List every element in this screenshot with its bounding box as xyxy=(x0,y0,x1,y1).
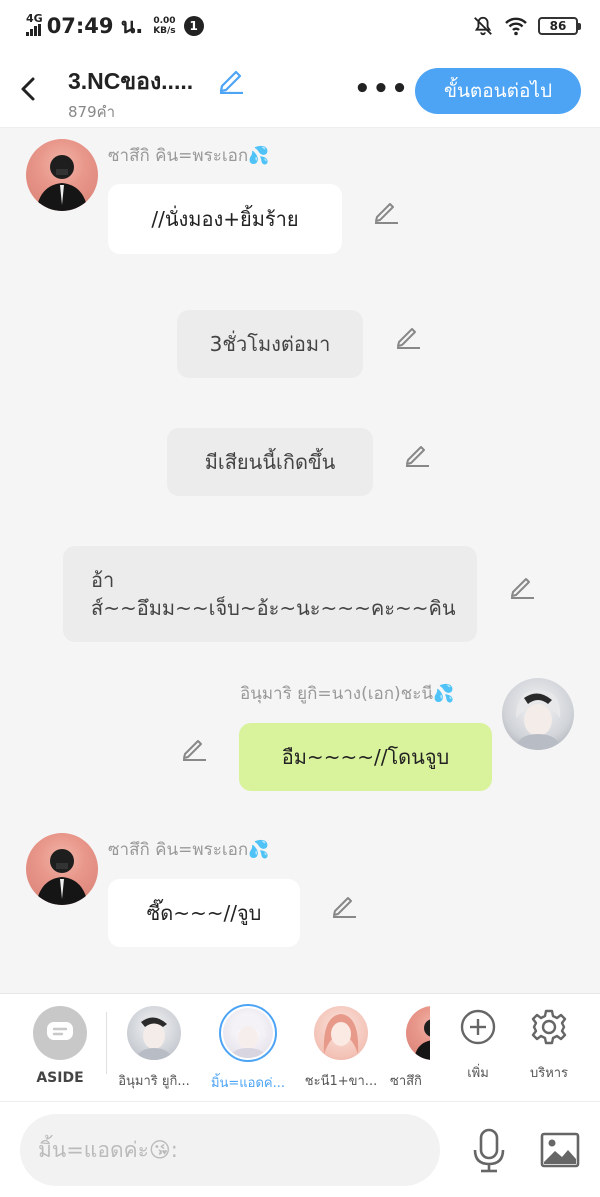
character-label: ชะนี1+ขา... xyxy=(304,1074,378,1089)
speaker-name: อินุมาริ ยูกิ=นาง(เอก)ชะนี💦 xyxy=(240,684,455,704)
character-avatar xyxy=(406,1006,430,1060)
manage-label: บริหาร xyxy=(529,1066,569,1081)
character-label: ซาสึกิ xyxy=(390,1074,422,1089)
speaker-name: ซาสึกิ คิน=พระเอก💦 xyxy=(108,840,270,860)
chat-bubble-icon xyxy=(47,1022,73,1040)
speaker-name: ซาสึกิ คิน=พระเอก💦 xyxy=(108,146,270,166)
add-character-button[interactable]: เพิ่ม xyxy=(448,1008,508,1083)
aside-bubble[interactable]: มีเสียนนี้เกิดขึ้น xyxy=(167,428,373,496)
word-count: 879คำ xyxy=(68,103,116,121)
character-avatar xyxy=(127,1006,181,1060)
character-label: ASIDE xyxy=(36,1070,84,1086)
yuki-portrait xyxy=(135,1017,173,1060)
bell-off-icon xyxy=(474,16,492,36)
manage-characters-button[interactable]: บริหาร xyxy=(518,1008,580,1083)
character-selector: ASIDE อินุมาริ ยูกิ... มิ้น=แอดค่... ชะน… xyxy=(0,993,600,1101)
aside-bubble[interactable]: อ้าส์~~อึมม~~เจ็บ~อ้ะ~นะ~~~คะ~~คิน xyxy=(63,546,477,642)
image-icon[interactable] xyxy=(540,1132,580,1168)
net-speed-value: 0.00 xyxy=(153,16,176,26)
edit-message-icon[interactable] xyxy=(394,322,422,350)
wifi-icon xyxy=(505,17,527,36)
message-input[interactable] xyxy=(20,1114,440,1186)
edit-message-icon[interactable] xyxy=(180,734,208,762)
character-avatar xyxy=(223,1008,273,1058)
avatar-yuki[interactable] xyxy=(502,678,574,750)
character-avatar xyxy=(314,1006,368,1060)
character-aside[interactable]: ASIDE xyxy=(20,1006,100,1086)
battery-icon: 86 xyxy=(538,17,581,35)
character-yuki[interactable]: อินุมาริ ยูกิ... xyxy=(110,1006,198,1091)
chevron-left-icon xyxy=(21,77,35,101)
sasuki-portrait xyxy=(414,1019,430,1060)
character-min-selected[interactable]: มิ้น=แอดค่... xyxy=(204,1004,292,1093)
notification-badge: 1 xyxy=(183,16,204,36)
divider xyxy=(106,1012,107,1074)
edit-message-icon[interactable] xyxy=(372,197,400,225)
chanee-portrait xyxy=(323,1014,359,1054)
message-bubble[interactable]: //นั่งมอง+ยิ้มร้าย xyxy=(108,184,342,254)
character-label: มิ้น=แอดค่... xyxy=(210,1076,286,1091)
aside-avatar xyxy=(33,1006,87,1060)
net-speed-unit: KB/s xyxy=(153,26,176,36)
edit-message-icon[interactable] xyxy=(508,572,536,600)
gear-icon xyxy=(531,1009,567,1045)
microphone-icon[interactable] xyxy=(470,1128,508,1174)
edit-message-icon[interactable] xyxy=(403,440,431,468)
message-bubble[interactable]: อืม~~~~//โดนจูบ xyxy=(239,723,492,791)
status-bar: 4G 07:49 น. 0.00 KB/s 1 86 xyxy=(0,0,600,52)
kin-portrait xyxy=(36,849,88,905)
character-sasuki[interactable]: ซาสึกิ xyxy=(390,1006,430,1091)
aside-bubble[interactable]: 3ชั่วโมงต่อมา xyxy=(177,310,363,378)
message-bubble[interactable]: ซี๊ด~~~//จูบ xyxy=(108,879,300,947)
editor-header: 3.NCของ..... 879คำ ••• ขั้นตอนต่อไป xyxy=(0,52,600,128)
selected-ring xyxy=(219,1004,277,1062)
avatar-kin[interactable] xyxy=(26,833,98,905)
message-input-bar xyxy=(0,1101,600,1197)
add-label: เพิ่ม xyxy=(467,1066,489,1081)
kin-portrait xyxy=(36,155,88,211)
yuki-portrait xyxy=(514,690,562,750)
network-type: 4G xyxy=(26,12,43,25)
back-button[interactable] xyxy=(14,72,42,106)
avatar-kin[interactable] xyxy=(26,139,98,211)
more-options-button[interactable]: ••• xyxy=(354,74,410,104)
edit-title-icon[interactable] xyxy=(216,64,246,94)
next-step-button[interactable]: ขั้นตอนต่อไป xyxy=(415,68,581,114)
signal-icon xyxy=(26,24,41,36)
clock: 07:49 น. xyxy=(46,13,144,38)
chat-area: ซาสึกิ คิน=พระเอก💦 //นั่งมอง+ยิ้มร้าย 3ช… xyxy=(0,128,600,994)
character-chanee[interactable]: ชะนี1+ขา... xyxy=(298,1006,384,1091)
net-speed: 0.00 KB/s xyxy=(153,16,175,36)
story-title[interactable]: 3.NCของ..... xyxy=(68,64,193,100)
plus-circle-icon xyxy=(460,1009,496,1045)
edit-message-icon[interactable] xyxy=(330,891,358,919)
character-label: อินุมาริ ยูกิ... xyxy=(118,1074,190,1089)
network-indicator: 4G xyxy=(26,12,43,38)
min-portrait xyxy=(229,1016,267,1058)
